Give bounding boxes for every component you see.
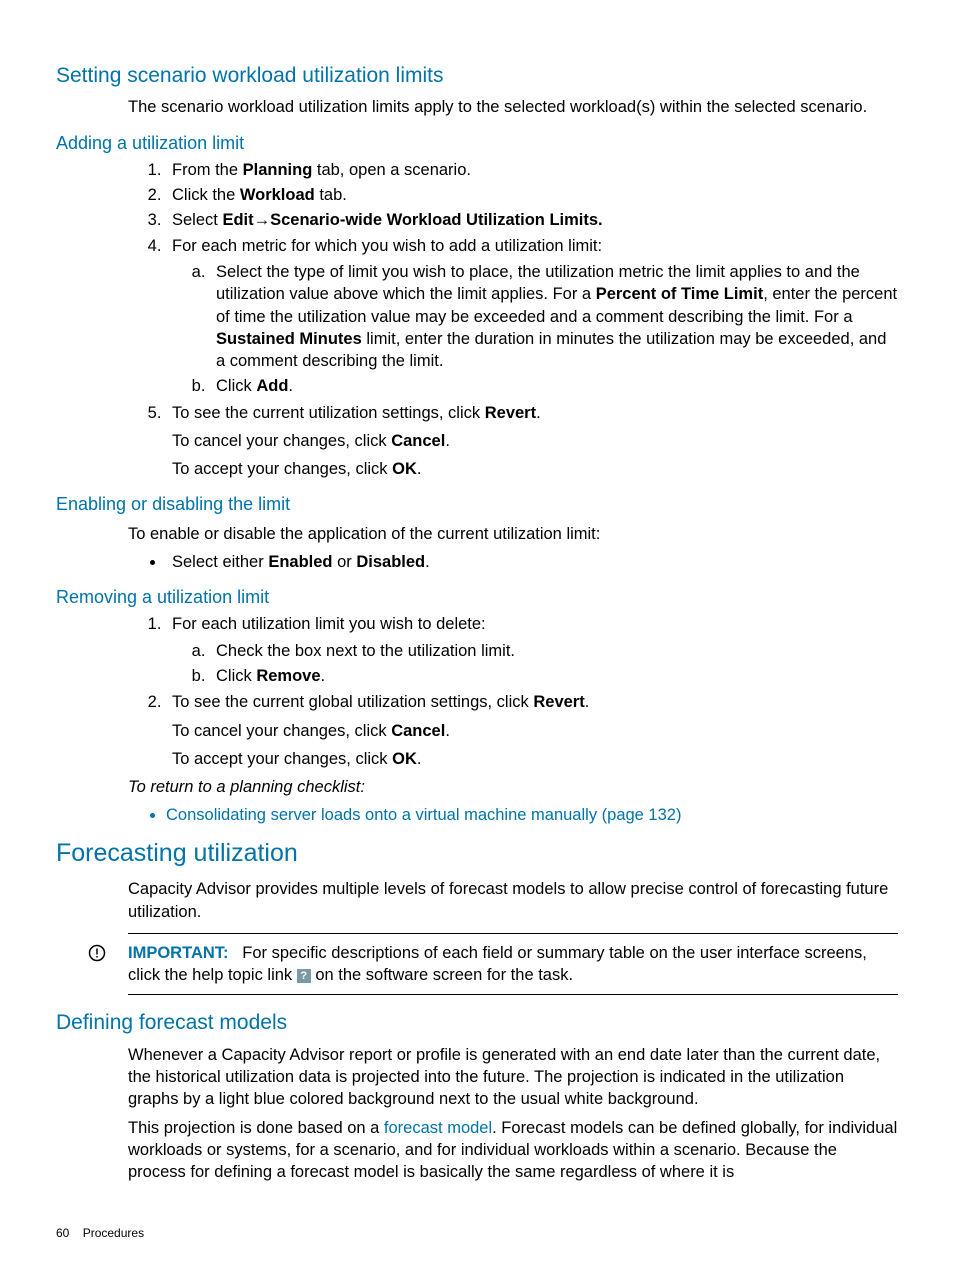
footer-section: Procedures [83, 1226, 144, 1240]
list-item: From the Planning tab, open a scenario. [166, 159, 898, 181]
list-item: Select Edit→Scenario-wide Workload Utili… [166, 209, 898, 231]
paragraph: To accept your changes, click OK. [172, 458, 898, 480]
list-return-links: Consolidating server loads onto a virtua… [128, 804, 898, 826]
list-item: Check the box next to the utilization li… [210, 640, 898, 662]
paragraph-forecasting: Capacity Advisor provides multiple level… [128, 878, 898, 923]
page-number: 60 [56, 1226, 69, 1240]
link-consolidate[interactable]: Consolidating server loads onto a virtua… [166, 806, 681, 824]
paragraph-def1: Whenever a Capacity Advisor report or pr… [128, 1044, 898, 1111]
list-item: Select the type of limit you wish to pla… [210, 261, 898, 372]
list-removing-sub: Check the box next to the utilization li… [172, 640, 898, 688]
heading-adding-limit: Adding a utilization limit [56, 131, 898, 155]
important-note: IMPORTANT: For specific descriptions of … [128, 933, 898, 996]
paragraph-setting-intro: The scenario workload utilization limits… [128, 96, 898, 118]
list-item: For each utilization limit you wish to d… [166, 613, 898, 687]
list-adding-sub: Select the type of limit you wish to pla… [172, 261, 898, 398]
list-item: To see the current utilization settings,… [166, 402, 898, 481]
link-forecast-model[interactable]: forecast model [384, 1119, 492, 1137]
heading-defining: Defining forecast models [56, 1009, 898, 1037]
important-text-2: on the software screen for the task. [311, 966, 573, 984]
paragraph-def2: This projection is done based on a forec… [128, 1117, 898, 1184]
list-item: Select either Enabled or Disabled. [166, 551, 898, 573]
list-item: To see the current global utilization se… [166, 691, 898, 770]
list-item: Click Remove. [210, 665, 898, 687]
paragraph: To cancel your changes, click Cancel. [172, 720, 898, 742]
important-label: IMPORTANT: [128, 944, 229, 962]
paragraph-enabling: To enable or disable the application of … [128, 523, 898, 545]
heading-removing-limit: Removing a utilization limit [56, 585, 898, 609]
list-removing: For each utilization limit you wish to d… [128, 613, 898, 770]
heading-enabling-limit: Enabling or disabling the limit [56, 492, 898, 516]
paragraph: To accept your changes, click OK. [172, 748, 898, 770]
list-item: Consolidating server loads onto a virtua… [166, 804, 898, 826]
heading-forecasting: Forecasting utilization [56, 837, 898, 871]
list-item: For each metric for which you wish to ad… [166, 235, 898, 398]
paragraph: To cancel your changes, click Cancel. [172, 430, 898, 452]
list-adding: From the Planning tab, open a scenario. … [128, 159, 898, 480]
page-footer: 60 Procedures [56, 1225, 144, 1241]
heading-setting-limits: Setting scenario workload utilization li… [56, 62, 898, 90]
paragraph-return: To return to a planning checklist: [128, 776, 898, 798]
help-icon: ? [297, 969, 311, 983]
important-icon [88, 944, 106, 968]
list-item: Click Add. [210, 375, 898, 397]
list-item: Click the Workload tab. [166, 184, 898, 206]
list-enabling: Select either Enabled or Disabled. [128, 551, 898, 573]
